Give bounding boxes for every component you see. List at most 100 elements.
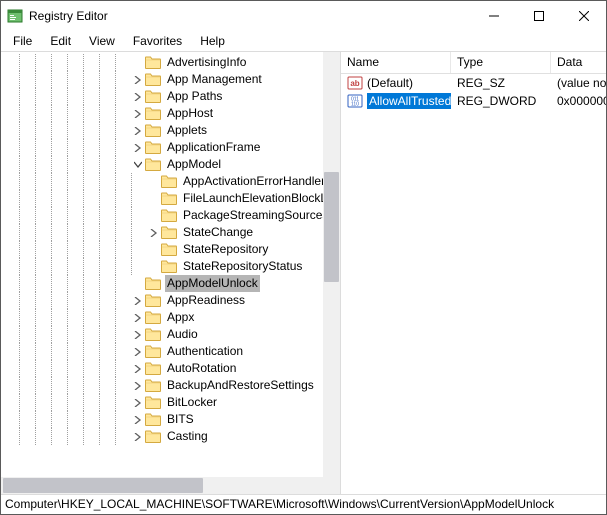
- maximize-button[interactable]: [516, 1, 561, 31]
- expand-placeholder: [147, 243, 161, 257]
- column-type[interactable]: Type: [451, 52, 551, 73]
- folder-icon: [161, 260, 177, 273]
- tree-item[interactable]: Casting: [3, 428, 340, 445]
- chevron-down-icon[interactable]: [131, 158, 145, 172]
- menu-file[interactable]: File: [5, 32, 40, 50]
- folder-icon: [145, 311, 161, 324]
- value-data: (value not set): [551, 76, 606, 90]
- minimize-button[interactable]: [471, 1, 516, 31]
- value-name: (Default): [367, 76, 413, 90]
- string-value-icon: [347, 75, 363, 91]
- menu-view[interactable]: View: [81, 32, 123, 50]
- chevron-right-icon[interactable]: [131, 379, 145, 393]
- folder-icon: [161, 175, 177, 188]
- tree-item[interactable]: StateChange: [3, 224, 340, 241]
- tree-item[interactable]: StateRepository: [3, 241, 340, 258]
- value-type: REG_SZ: [451, 76, 551, 90]
- tree-item[interactable]: AppModelUnlock: [3, 275, 340, 292]
- menu-help[interactable]: Help: [192, 32, 233, 50]
- registry-tree[interactable]: AdvertisingInfoApp ManagementApp PathsAp…: [1, 52, 340, 447]
- content-area: AdvertisingInfoApp ManagementApp PathsAp…: [1, 51, 606, 494]
- tree-item-label: App Paths: [165, 88, 224, 105]
- folder-icon: [145, 294, 161, 307]
- tree-vertical-scrollbar[interactable]: [323, 52, 340, 477]
- tree-item[interactable]: Audio: [3, 326, 340, 343]
- menubar: File Edit View Favorites Help: [1, 31, 606, 51]
- folder-icon: [161, 226, 177, 239]
- window-title: Registry Editor: [29, 9, 471, 23]
- chevron-right-icon[interactable]: [131, 107, 145, 121]
- tree-item-label: BITS: [165, 411, 196, 428]
- tree-item[interactable]: PackageStreamingSources: [3, 207, 340, 224]
- tree-item-label: AppModelUnlock: [165, 275, 260, 292]
- folder-icon: [145, 90, 161, 103]
- value-row[interactable]: AllowAllTrusted...REG_DWORD0x00000001: [341, 92, 606, 110]
- tree-item-label: FileLaunchElevationBlockList: [181, 190, 340, 207]
- folder-icon: [145, 56, 161, 69]
- tree-item-label: Applets: [165, 122, 209, 139]
- menu-favorites[interactable]: Favorites: [125, 32, 190, 50]
- chevron-right-icon[interactable]: [131, 362, 145, 376]
- close-button[interactable]: [561, 1, 606, 31]
- tree-item[interactable]: BackupAndRestoreSettings: [3, 377, 340, 394]
- menu-edit[interactable]: Edit: [42, 32, 79, 50]
- tree-item[interactable]: AppHost: [3, 105, 340, 122]
- value-type: REG_DWORD: [451, 94, 551, 108]
- tree-item-label: AutoRotation: [165, 360, 238, 377]
- chevron-right-icon[interactable]: [131, 396, 145, 410]
- value-row[interactable]: (Default) REG_SZ(value not set): [341, 74, 606, 92]
- tree-item-label: App Management: [165, 71, 264, 88]
- tree-item[interactable]: App Paths: [3, 88, 340, 105]
- tree-item[interactable]: AutoRotation: [3, 360, 340, 377]
- chevron-right-icon[interactable]: [131, 294, 145, 308]
- tree-item[interactable]: Authentication: [3, 343, 340, 360]
- chevron-right-icon[interactable]: [131, 345, 145, 359]
- chevron-right-icon[interactable]: [131, 413, 145, 427]
- tree-item[interactable]: Applets: [3, 122, 340, 139]
- tree-item-label: StateRepository: [181, 241, 270, 258]
- value-name: AllowAllTrusted...: [367, 93, 451, 109]
- folder-icon: [145, 396, 161, 409]
- tree-item[interactable]: AppActivationErrorHandlers: [3, 173, 340, 190]
- tree-item[interactable]: ApplicationFrame: [3, 139, 340, 156]
- folder-icon: [145, 107, 161, 120]
- folder-icon: [145, 430, 161, 443]
- expand-placeholder: [131, 277, 145, 291]
- column-name[interactable]: Name: [341, 52, 451, 73]
- chevron-right-icon[interactable]: [131, 124, 145, 138]
- expand-placeholder: [147, 260, 161, 274]
- tree-item-label: AppReadiness: [165, 292, 247, 309]
- chevron-right-icon[interactable]: [131, 90, 145, 104]
- scroll-corner: [323, 477, 340, 494]
- tree-item[interactable]: AppReadiness: [3, 292, 340, 309]
- column-data[interactable]: Data: [551, 52, 606, 73]
- chevron-right-icon[interactable]: [147, 226, 161, 240]
- tree-item[interactable]: BitLocker: [3, 394, 340, 411]
- tree-item[interactable]: StateRepositoryStatus: [3, 258, 340, 275]
- chevron-right-icon[interactable]: [131, 430, 145, 444]
- tree-item[interactable]: BITS: [3, 411, 340, 428]
- values-list[interactable]: (Default) REG_SZ(value not set) AllowAllTr…: [341, 74, 606, 110]
- tree-item-label: Casting: [165, 428, 210, 445]
- chevron-right-icon[interactable]: [131, 73, 145, 87]
- tree-horizontal-scrollbar[interactable]: [1, 477, 323, 494]
- tree-item[interactable]: AppModel: [3, 156, 340, 173]
- expand-placeholder: [147, 209, 161, 223]
- values-pane: Name Type Data (Default) REG_SZ(value not…: [341, 52, 606, 494]
- tree-item-label: AppModel: [165, 156, 223, 173]
- tree-item[interactable]: FileLaunchElevationBlockList: [3, 190, 340, 207]
- chevron-right-icon[interactable]: [131, 328, 145, 342]
- tree-item-label: AppHost: [165, 105, 215, 122]
- chevron-right-icon[interactable]: [131, 311, 145, 325]
- tree-item[interactable]: AdvertisingInfo: [3, 54, 340, 71]
- folder-icon: [145, 158, 161, 171]
- tree-item-label: BitLocker: [165, 394, 219, 411]
- tree-item[interactable]: Appx: [3, 309, 340, 326]
- tree-item[interactable]: App Management: [3, 71, 340, 88]
- titlebar[interactable]: Registry Editor: [1, 1, 606, 31]
- statusbar: Computer\HKEY_LOCAL_MACHINE\SOFTWARE\Mic…: [1, 494, 606, 514]
- chevron-right-icon[interactable]: [131, 141, 145, 155]
- expand-placeholder: [147, 175, 161, 189]
- folder-icon: [145, 345, 161, 358]
- folder-icon: [145, 277, 161, 290]
